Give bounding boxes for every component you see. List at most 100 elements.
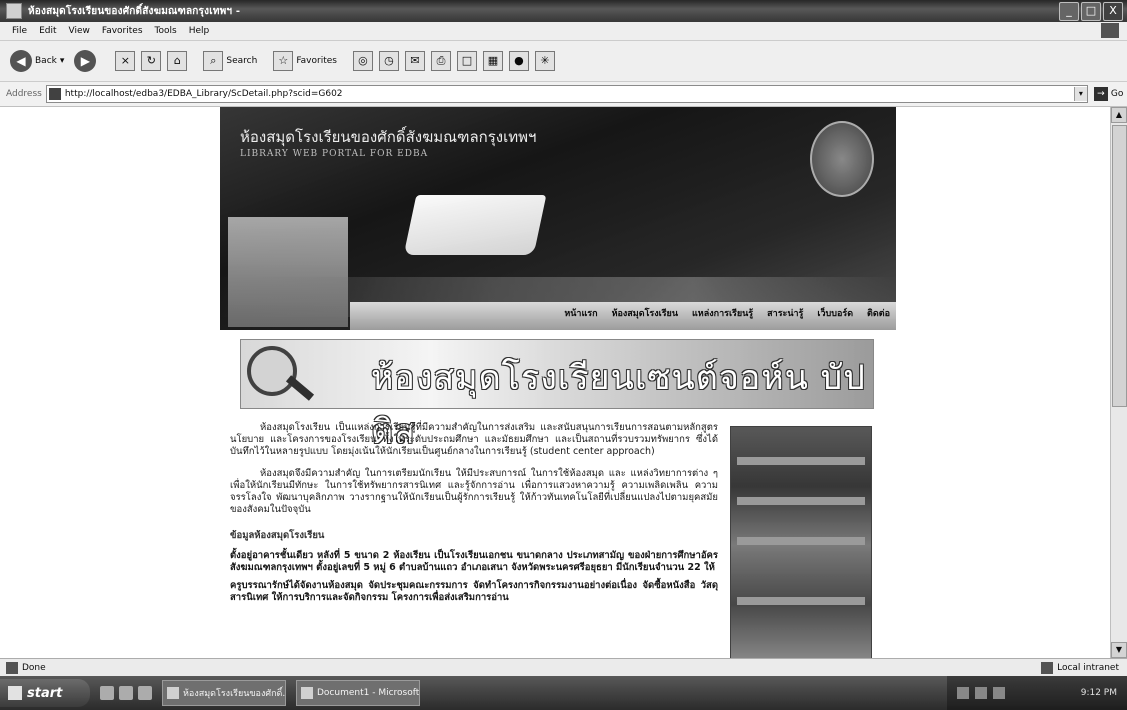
library-description: ห้องสมุดโรงเรียน เป็นแหล่งการเรียนรู้ที่… [230, 422, 718, 610]
menu-help[interactable]: Help [189, 26, 210, 36]
quick-launch-media-icon[interactable] [138, 686, 152, 700]
language-icon[interactable] [957, 687, 969, 699]
window-controls: _ □ X [1059, 2, 1123, 21]
paragraph-2: ห้องสมุดจึงมีความสำคัญ ในการเตรียมนักเรี… [230, 468, 718, 515]
task-label: Document1 - Microsoft ... [317, 688, 420, 698]
history-icon[interactable]: ◷ [378, 51, 399, 71]
forward-arrow-icon: ▶ [74, 50, 97, 72]
media-icon[interactable]: ◎ [352, 51, 373, 71]
photo-shelf [737, 497, 865, 505]
address-input[interactable]: http://localhost/edba3/EDBA_Library/ScDe… [45, 85, 1088, 103]
windows-flag-icon [8, 686, 22, 700]
intranet-icon [1041, 662, 1054, 674]
title-bar: ห้องสมุดโรงเรียนของศักดิ์สังฆมณฑลกรุงเทพ… [0, 0, 1127, 22]
favorites-label: Favorites [296, 56, 337, 66]
nav-contact[interactable]: ติดต่อ [867, 306, 890, 320]
nav-learning-resources[interactable]: แหล่งการเรียนรู้ [692, 306, 753, 320]
home-icon[interactable]: ⌂ [167, 51, 188, 71]
section-title: ข้อมูลห้องสมุดโรงเรียน [230, 530, 325, 541]
content-area: ห้องสมุดโรงเรียน เป็นแหล่งการเรียนรู้ที่… [220, 412, 896, 658]
clock: 9:12 PM [1080, 688, 1117, 698]
system-tray: 9:12 PM [947, 676, 1127, 710]
browser-window: ห้องสมุดโรงเรียนของศักดิ์สังฆมณฑลกรุงเทพ… [0, 0, 1127, 710]
maximize-button[interactable]: □ [1081, 2, 1101, 21]
info-paragraph-2: ครูบรรณารักษ์ได้จัดงานห้องสมุด จัดประชุม… [230, 580, 718, 603]
scroll-down-icon[interactable]: ▼ [1111, 642, 1127, 658]
school-seal-logo [810, 121, 874, 197]
minimize-button[interactable]: _ [1059, 2, 1079, 21]
status-text: Done [22, 663, 46, 673]
status-bar: Done Local intranet [0, 658, 1127, 677]
go-label: Go [1110, 89, 1124, 99]
messenger-icon[interactable]: ● [508, 51, 529, 71]
go-arrow-icon: → [1093, 87, 1108, 101]
scroll-up-icon[interactable]: ▲ [1111, 107, 1127, 123]
banner-subtitle: LIBRARY WEB PORTAL FOR EDBA [240, 149, 429, 159]
nav-knowledge[interactable]: สาระน่ารู้ [767, 306, 803, 320]
web-page: ห้องสมุดโรงเรียนของศักดิ์สังฆมณฑลกรุงเทพ… [220, 107, 896, 658]
menu-favorites[interactable]: Favorites [102, 26, 143, 36]
edit-icon[interactable]: □ [456, 51, 477, 71]
ie-icon [6, 3, 22, 19]
taskbar-item-word[interactable]: Document1 - Microsoft ... [296, 680, 420, 706]
site-nav: หน้าแรก ห้องสมุดโรงเรียน แหล่งการเรียนรู… [564, 306, 890, 320]
search-icon: ⌕ [203, 51, 224, 71]
back-button[interactable]: ◀ Back ▾ [10, 50, 64, 72]
quick-launch [100, 686, 152, 700]
scroll-thumb[interactable] [1112, 125, 1127, 407]
volume-icon[interactable] [975, 687, 987, 699]
menu-view[interactable]: View [69, 26, 90, 36]
mail-icon[interactable]: ✉ [404, 51, 425, 71]
magnifier-icon [247, 346, 297, 396]
network-icon[interactable] [993, 687, 1005, 699]
word-task-icon [301, 687, 313, 699]
open-book-image [403, 195, 547, 255]
quick-launch-browser-icon[interactable] [119, 686, 133, 700]
security-zone: Local intranet [1041, 662, 1119, 674]
toolbar: ◀ Back ▾ ▶ × ↻ ⌂ ⌕ Search ☆ Favorites ◎ … [0, 41, 1127, 82]
favorites-button[interactable]: ☆ Favorites [267, 51, 337, 71]
print-icon[interactable]: ⎙ [430, 51, 451, 71]
ie-task-icon [167, 687, 179, 699]
start-label: start [27, 685, 63, 701]
school-header: ห้องสมุดโรงเรียนเซนต์จอห์น บัปติส [240, 339, 874, 452]
nav-school-library[interactable]: ห้องสมุดโรงเรียน [612, 306, 678, 320]
go-button[interactable]: → Go [1093, 87, 1124, 101]
back-arrow-icon: ◀ [10, 50, 32, 72]
forward-button[interactable]: ▶ [74, 50, 99, 72]
search-button[interactable]: ⌕ Search [197, 51, 257, 71]
nav-webboard[interactable]: เว็บบอร์ด [817, 306, 853, 320]
address-dropdown-icon[interactable]: ▾ [1073, 87, 1087, 101]
address-url: http://localhost/edba3/EDBA_Library/ScDe… [64, 89, 343, 99]
site-banner: ห้องสมุดโรงเรียนของศักดิ์สังฆมณฑลกรุงเทพ… [220, 107, 896, 330]
paragraph-1: ห้องสมุดโรงเรียน เป็นแหล่งการเรียนรู้ที่… [230, 422, 718, 457]
task-label: ห้องสมุดโรงเรียนของศักดิ์... [183, 689, 286, 699]
start-button[interactable]: start [0, 679, 90, 707]
taskbar: start ห้องสมุดโรงเรียนของศักดิ์... Docum… [0, 676, 1127, 710]
address-bar: Address http://localhost/edba3/EDBA_Libr… [0, 82, 1127, 107]
nav-home[interactable]: หน้าแรก [564, 306, 597, 320]
menu-edit[interactable]: Edit [39, 26, 56, 36]
refresh-icon[interactable]: ↻ [141, 51, 162, 71]
search-label: Search [226, 56, 258, 66]
page-viewport[interactable]: ห้องสมุดโรงเรียนของศักดิ์สังฆมณฑลกรุงเทพ… [0, 107, 1111, 658]
stop-icon[interactable]: × [115, 51, 136, 71]
menu-file[interactable]: File [12, 26, 27, 36]
close-button[interactable]: X [1103, 2, 1123, 21]
discuss-icon[interactable]: ▦ [482, 51, 503, 71]
zone-label: Local intranet [1057, 663, 1119, 673]
banner-title: ห้องสมุดโรงเรียนของศักดิ์สังฆมณฑลกรุงเทพ… [240, 128, 537, 146]
quick-launch-ie-icon[interactable] [100, 686, 114, 700]
photo-shelf [737, 537, 865, 545]
menu-tools[interactable]: Tools [155, 26, 177, 36]
research-icon[interactable]: ✳ [534, 51, 555, 71]
taskbar-item-browser[interactable]: ห้องสมุดโรงเรียนของศักดิ์... [162, 680, 286, 706]
window-title: ห้องสมุดโรงเรียนของศักดิ์สังฆมณฑลกรุงเทพ… [28, 5, 241, 17]
photo-shelf [737, 457, 865, 465]
info-paragraph-1: ตั้งอยู่อาคารชั้นเดียว หลังที่ 5 ขนาด 2 … [230, 550, 718, 573]
windows-logo-icon [1101, 23, 1119, 38]
page-done-icon [6, 662, 18, 674]
library-photo [730, 426, 872, 658]
vertical-scrollbar[interactable]: ▲ ▼ [1110, 107, 1127, 658]
address-label: Address [6, 89, 42, 99]
